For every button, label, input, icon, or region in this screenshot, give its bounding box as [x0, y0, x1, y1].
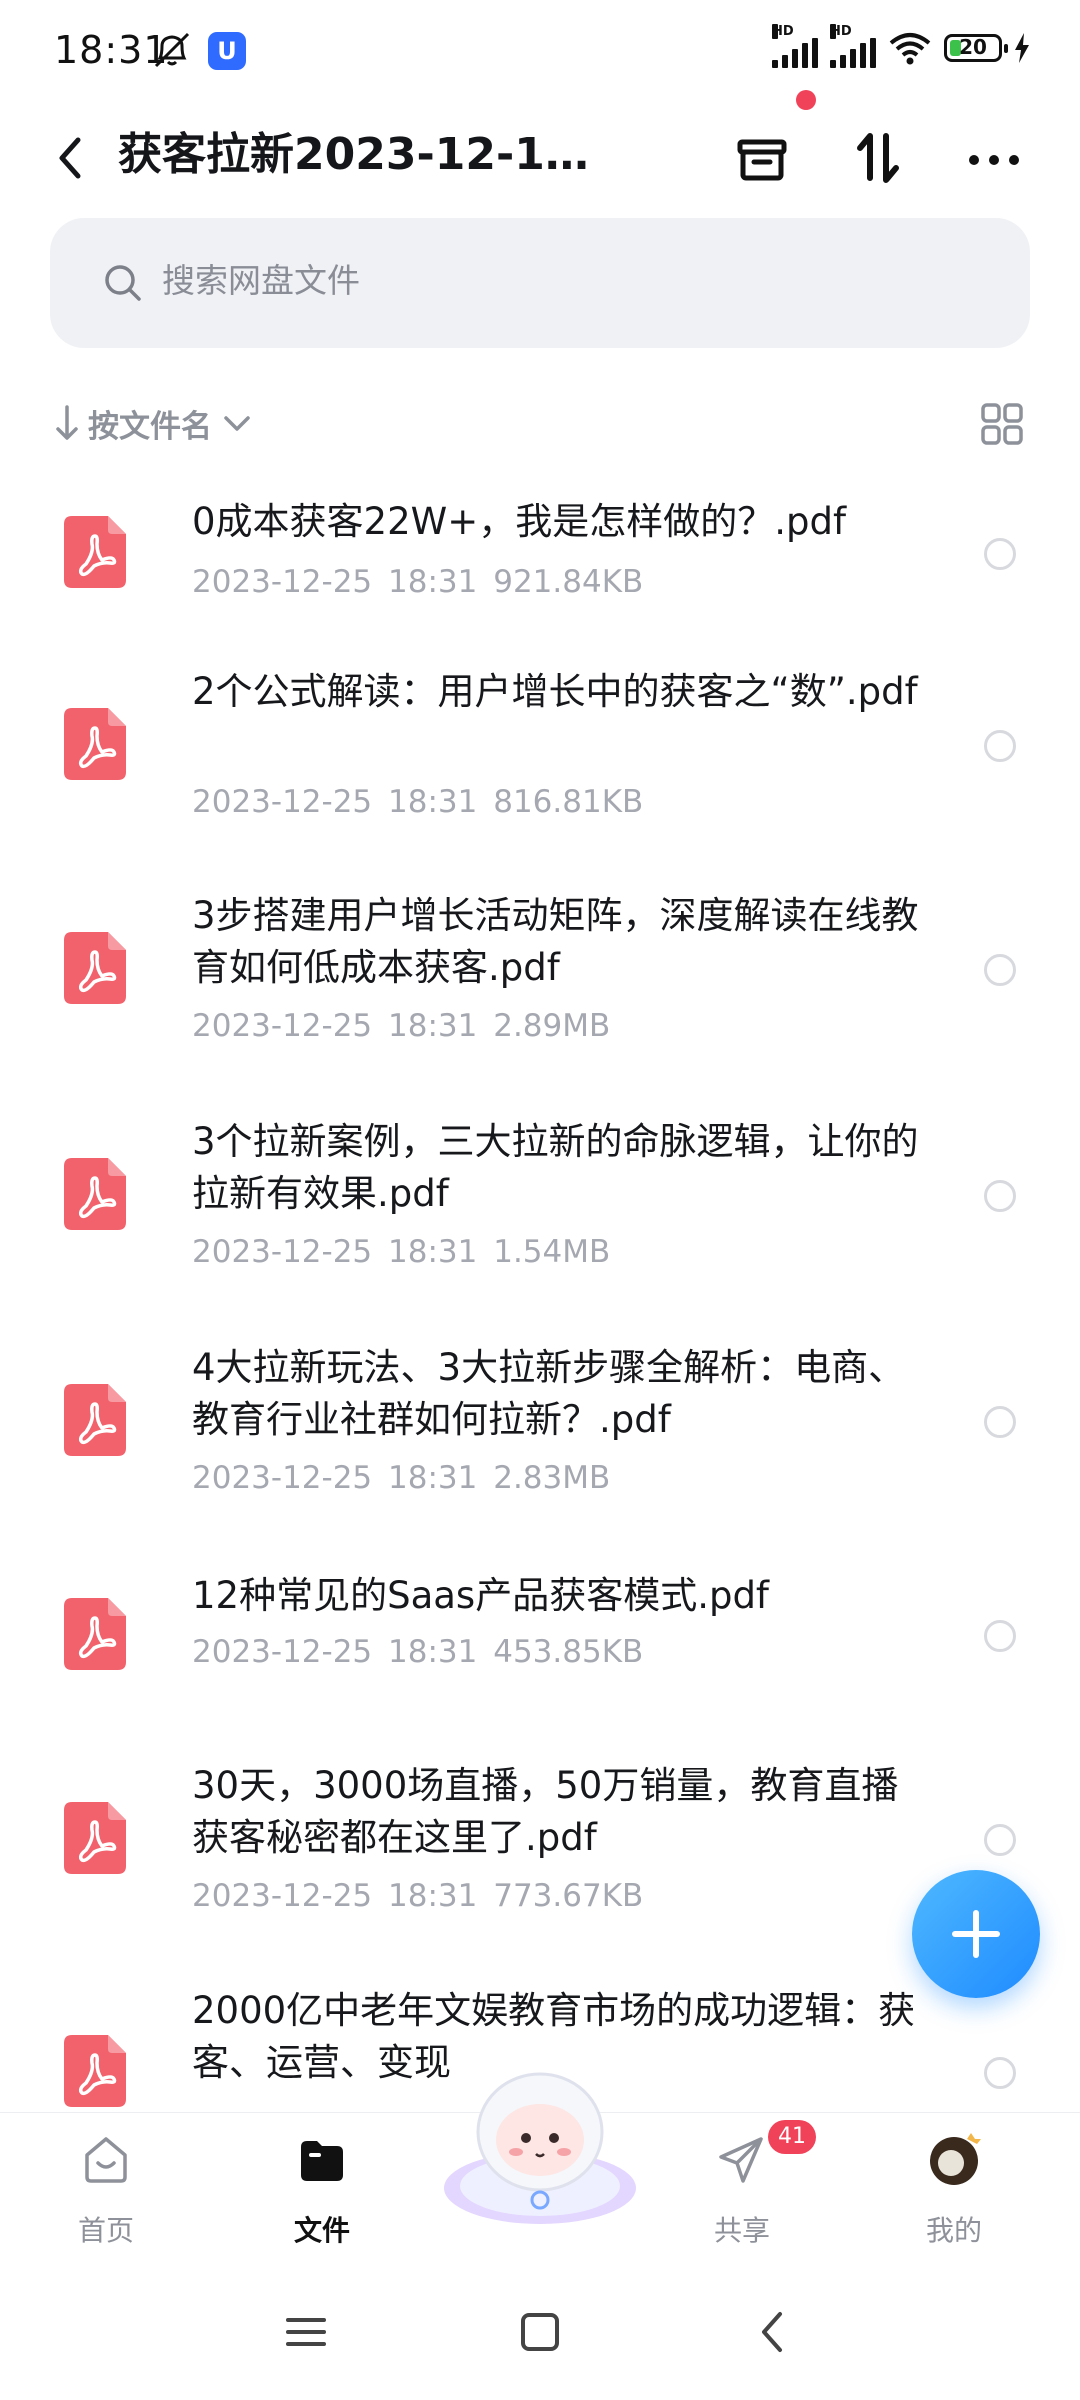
- pdf-file-icon: [64, 1384, 126, 1456]
- app-notification-icon: U: [208, 32, 246, 70]
- tab-label: 共享: [713, 2214, 770, 2247]
- tab-label: 文件: [293, 2214, 350, 2247]
- avatar-icon: [930, 2133, 981, 2185]
- signal-1-icon: HD: [772, 24, 818, 68]
- file-name: 12种常见的Saas产品获客模式.pdf: [192, 1574, 769, 1617]
- battery-level: 20: [959, 35, 987, 59]
- signal-2-icon: HD: [830, 24, 876, 68]
- tab-files[interactable]: 文件: [252, 2113, 392, 2263]
- select-checkbox[interactable]: [984, 2057, 1016, 2089]
- file-name: 3个拉新案例，三大拉新的命脉逻辑，让你的拉新有效果.pdf: [192, 1120, 919, 1215]
- select-checkbox[interactable]: [984, 1180, 1016, 1212]
- status-right: HD HD 20: [772, 24, 1030, 68]
- search-icon: [105, 265, 141, 301]
- pdf-file-icon: [64, 932, 126, 1004]
- system-back-icon[interactable]: [744, 2302, 804, 2362]
- file-meta: 2023-12-25 18:31 773.67KB: [192, 1878, 644, 1914]
- transfer-sort-icon[interactable]: [842, 122, 914, 194]
- share-badge: 41: [768, 2120, 816, 2154]
- file-row[interactable]: 2个公式解读：用户增长中的获客之“数”.pdf 2023-12-25 18:31…: [0, 666, 1080, 876]
- battery-icon: 20: [944, 34, 1008, 62]
- file-row[interactable]: 3个拉新案例，三大拉新的命脉逻辑，让你的拉新有效果.pdf 2023-12-25…: [0, 1116, 1080, 1326]
- wifi-icon: [889, 33, 931, 65]
- select-checkbox[interactable]: [984, 1824, 1016, 1856]
- tab-label: 我的: [925, 2214, 982, 2247]
- archive-box-icon[interactable]: [726, 122, 798, 194]
- charging-icon: [1015, 33, 1029, 63]
- pdf-file-icon: [64, 2035, 126, 2107]
- more-icon[interactable]: [958, 122, 1030, 194]
- folder-icon: [301, 2141, 343, 2181]
- file-row[interactable]: 4大拉新玩法、3大拉新步骤全解析：电商、教育行业社群如何拉新？.pdf 2023…: [0, 1342, 1080, 1552]
- status-bar: 18:31 U HD HD 20: [0, 0, 1080, 100]
- pdf-file-icon: [64, 516, 126, 588]
- home-square-icon[interactable]: [510, 2302, 570, 2362]
- file-row[interactable]: 3步搭建用户增长活动矩阵，深度解读在线教育如何低成本获客.pdf 2023-12…: [0, 890, 1080, 1100]
- file-meta: 2023-12-25 18:31 1.54MB: [192, 1234, 611, 1270]
- sort-arrow-icon: [56, 405, 78, 440]
- mute-icon: [154, 32, 190, 68]
- file-meta: 2023-12-25 18:31 816.81KB: [192, 784, 644, 820]
- notification-dot: [796, 90, 816, 110]
- file-row[interactable]: 12种常见的Saas产品获客模式.pdf 2023-12-25 18:31 45…: [0, 1570, 1080, 1740]
- select-checkbox[interactable]: [984, 954, 1016, 986]
- mascot-icon[interactable]: [440, 2060, 640, 2230]
- file-meta: 2023-12-25 18:31 921.84KB: [192, 564, 644, 600]
- file-name: 2个公式解读：用户增长中的获客之“数”.pdf: [192, 670, 918, 713]
- search-placeholder: 搜索网盘文件: [162, 261, 360, 300]
- file-meta: 2023-12-25 18:31 2.83MB: [192, 1460, 611, 1496]
- select-checkbox[interactable]: [984, 1620, 1016, 1652]
- chevron-down-icon: [224, 416, 250, 431]
- home-icon: [85, 2137, 127, 2183]
- menu-icon[interactable]: [276, 2302, 336, 2362]
- back-icon[interactable]: [42, 118, 102, 198]
- select-checkbox[interactable]: [984, 1406, 1016, 1438]
- file-meta: 2023-12-25 18:31 2.89MB: [192, 1008, 611, 1044]
- file-name: 0成本获客22W+，我是怎样做的？.pdf: [192, 500, 846, 543]
- file-name: 30天，3000场直播，50万销量，教育直播获客秘密都在这里了.pdf: [192, 1764, 899, 1859]
- file-row[interactable]: 0成本获客22W+，我是怎样做的？.pdf 2023-12-25 18:31 9…: [0, 480, 1080, 650]
- sort-label: 按文件名: [88, 408, 212, 445]
- add-button[interactable]: [912, 1870, 1040, 1998]
- file-name: 3步搭建用户增长活动矩阵，深度解读在线教育如何低成本获客.pdf: [192, 894, 919, 989]
- page-title: 获客拉新2023-12-12新…: [118, 129, 618, 180]
- header: 获客拉新2023-12-12新…: [0, 100, 1080, 220]
- sort-selector[interactable]: 按文件名: [54, 398, 254, 448]
- system-nav-bar: [0, 2262, 1080, 2400]
- pdf-file-icon: [64, 1802, 126, 1874]
- tab-label: 首页: [77, 2214, 134, 2247]
- select-checkbox[interactable]: [984, 538, 1016, 570]
- tab-me[interactable]: 我的: [884, 2113, 1024, 2263]
- file-meta: 2023-12-25 18:31 453.85KB: [192, 1634, 644, 1670]
- file-name: 4大拉新玩法、3大拉新步骤全解析：电商、教育行业社群如何拉新？.pdf: [192, 1346, 906, 1441]
- select-checkbox[interactable]: [984, 730, 1016, 762]
- pdf-file-icon: [64, 1158, 126, 1230]
- pdf-file-icon: [64, 1598, 126, 1670]
- tab-home[interactable]: 首页: [36, 2113, 176, 2263]
- grid-view-icon[interactable]: [980, 402, 1024, 446]
- search-input[interactable]: 搜索网盘文件: [50, 218, 1030, 348]
- pdf-file-icon: [64, 708, 126, 780]
- share-plane-icon: [719, 2137, 763, 2183]
